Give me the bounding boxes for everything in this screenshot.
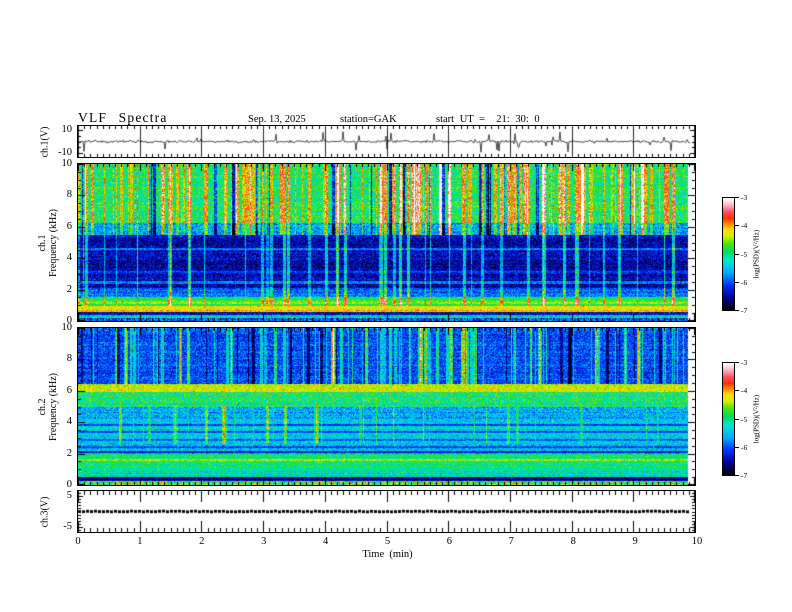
colorbar-tick <box>735 197 739 198</box>
y-tick-label: 5 <box>66 490 72 501</box>
ch2-axis-label-line2: Frequency (kHz) <box>48 372 59 442</box>
y-tick-label: 8 <box>66 353 72 364</box>
colorbar-tick <box>735 310 739 311</box>
start-ut-label: start UT = 21: 30: 0 <box>436 114 540 125</box>
colorbar-ch1 <box>722 197 735 311</box>
colorbar-ch2-canvas <box>723 363 734 475</box>
y-tick-label: 6 <box>66 221 72 232</box>
colorbar-tick-label: -6 <box>741 443 748 452</box>
colorbar-tick <box>735 390 739 391</box>
colorbar-tick <box>735 225 739 226</box>
colorbar-tick-label: -6 <box>741 278 748 287</box>
colorbar-tick-label: -5 <box>741 415 748 424</box>
colorbar-tick-label: -4 <box>741 386 748 395</box>
colorbar-tick-label: -3 <box>741 358 748 367</box>
ch2-frequency-axis-label: ch.2 Frequency (kHz) <box>37 373 59 441</box>
colorbar-tick <box>735 475 739 476</box>
y-tick-label: 6 <box>66 385 72 396</box>
y-tick-label: 2 <box>66 448 72 459</box>
colorbar-ch1-canvas <box>723 198 734 310</box>
colorbar-tick <box>735 419 739 420</box>
x-tick-label: 9 <box>632 536 638 547</box>
date-label: Sep. 13, 2025 <box>248 114 306 125</box>
y-tick-label: 10 <box>61 124 73 135</box>
y-tick-label: 4 <box>66 252 72 263</box>
colorbar-tick-label: -4 <box>741 221 748 230</box>
ch3-waveform-canvas <box>78 491 695 532</box>
ch1-spectrogram-canvas <box>78 164 695 321</box>
colorbar-tick-label: -5 <box>741 250 748 259</box>
colorbar-tick-label: -7 <box>741 306 748 315</box>
station-label: station=GAK <box>340 114 397 125</box>
colorbar-ch2 <box>722 362 735 476</box>
colorbar-tick <box>735 282 739 283</box>
ch1-waveform-canvas <box>78 126 695 157</box>
colorbar-tick <box>735 362 739 363</box>
ch2-spectrogram-canvas <box>78 328 695 485</box>
ch1-frequency-axis-label: ch.1 Frequency (kHz) <box>37 209 59 277</box>
ch1-axis-label-line1: ch.1 <box>37 234 48 252</box>
x-axis-label: Time (min) <box>362 549 413 560</box>
y-tick-label: 4 <box>66 416 72 427</box>
y-tick-label: 10 <box>61 158 73 169</box>
figure-title: VLF Spectra <box>78 110 168 125</box>
ch3-voltage-panel <box>77 490 696 533</box>
ch2-spectrogram-panel <box>77 327 696 486</box>
x-tick-label: 10 <box>691 536 703 547</box>
ch1-axis-label-line2: Frequency (kHz) <box>48 208 59 278</box>
y-tick-label: 0 <box>66 479 72 490</box>
vlf-spectra-figure: VLF Spectra Sep. 13, 2025 station=GAK st… <box>0 0 792 612</box>
x-tick-label: 8 <box>570 536 576 547</box>
colorbar-tick <box>735 447 739 448</box>
y-tick-label: 8 <box>66 189 72 200</box>
x-tick-label: 4 <box>322 536 329 547</box>
x-tick-label: 1 <box>137 536 143 547</box>
colorbar-tick <box>735 254 739 255</box>
x-tick-label: 2 <box>199 536 205 547</box>
ch1-voltage-panel <box>77 125 696 158</box>
y-tick-label: 10 <box>61 322 73 333</box>
colorbar-tick-label: -3 <box>741 193 748 202</box>
x-tick-label: 5 <box>384 536 391 547</box>
x-tick-label: 0 <box>75 536 81 547</box>
x-tick-label: 3 <box>261 536 267 547</box>
x-tick-label: 7 <box>508 536 514 547</box>
ch2-axis-label-line1: ch.2 <box>37 398 48 416</box>
y-tick-label: -10 <box>58 147 72 158</box>
ch1-spectrogram-panel <box>77 163 696 322</box>
x-tick-label: 6 <box>446 536 453 547</box>
y-tick-label: -5 <box>63 521 72 532</box>
colorbar-tick-label: -7 <box>741 471 748 480</box>
y-tick-label: 2 <box>66 284 72 295</box>
